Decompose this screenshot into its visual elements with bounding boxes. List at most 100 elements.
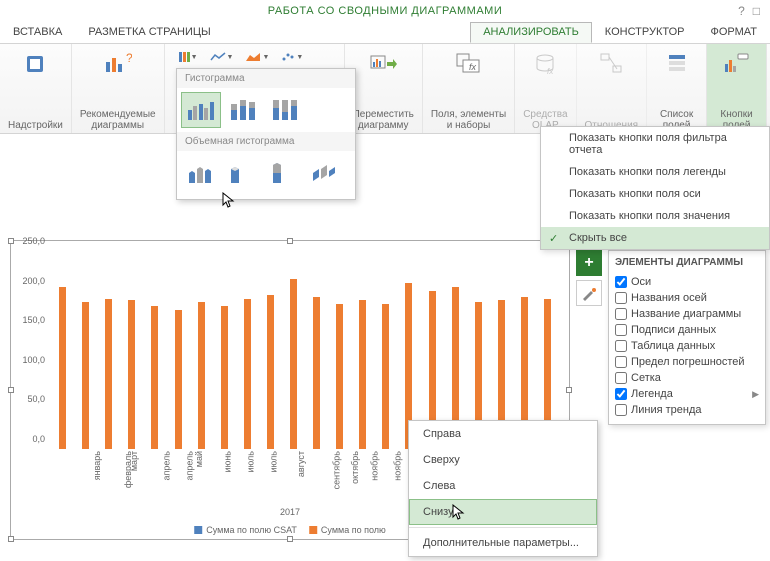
tab-design[interactable]: КОНСТРУКТОР [592,22,698,43]
bar[interactable] [221,306,228,449]
bar-group [328,251,351,449]
bar[interactable] [198,302,205,449]
ribbon-olap[interactable]: fx Средства OLAP [515,44,576,133]
bar[interactable] [105,299,112,449]
show-report-filter-buttons[interactable]: Показать кнопки поля фильтра отчета [541,127,769,161]
legend-label: Сумма по полю CSAT [206,525,297,535]
svg-text:?: ? [126,52,132,65]
tab-analyze[interactable]: АНАЛИЗИРОВАТЬ [470,22,592,43]
legend-right[interactable]: Справа [409,421,597,447]
show-legend-buttons[interactable]: Показать кнопки поля легенды [541,161,769,183]
clustered-column-option[interactable] [181,92,221,128]
checkbox[interactable] [615,404,627,416]
bar[interactable] [313,297,320,449]
3d-percent-option[interactable] [265,155,305,191]
x-axis-title: 2017 [280,507,300,517]
bar-group [282,251,305,449]
x-tick-label: июль [269,451,279,473]
recommended-label: Рекомендуемые диаграммы [80,109,156,131]
element-option[interactable]: Предел погрешностей [615,354,759,370]
checkbox[interactable] [615,340,627,352]
3d-clustered-option[interactable] [181,155,221,191]
percent-stacked-column-option[interactable] [265,92,305,128]
bar[interactable] [267,295,274,449]
bar-group [374,251,397,449]
field-buttons-menu: Показать кнопки поля фильтра отчета Пока… [540,126,770,250]
bar[interactable] [175,310,182,449]
bar[interactable] [151,306,158,449]
ribbon-move-chart[interactable]: Переместить диаграмму [345,44,423,133]
tab-insert[interactable]: ВСТАВКА [0,22,75,43]
element-option[interactable]: Оси [615,274,759,290]
x-tick-label: август [296,451,306,477]
chart-legend: Сумма по полю CSAT Сумма по полю [194,525,386,535]
bar[interactable] [244,299,251,449]
ribbon-relations[interactable]: Отношения [577,44,648,133]
chart-styles-button[interactable] [576,280,602,306]
ribbon-fields-elements[interactable]: fx Поля, элементы и наборы [423,44,515,133]
checkbox[interactable] [615,356,627,368]
ribbon-field-list[interactable]: Список полей [647,44,707,133]
window-control-icon[interactable]: □ [753,4,760,18]
element-option[interactable]: Легенда▶ [615,386,759,402]
y-tick: 100,0 [22,355,45,365]
tab-format[interactable]: ФОРМАТ [698,22,770,43]
x-tick-label: ноябрь [392,451,402,481]
bar[interactable] [359,300,366,449]
x-tick-label: март [129,451,139,471]
checkbox[interactable] [615,276,627,288]
element-option[interactable]: Линия тренда [615,402,759,418]
hide-all-buttons[interactable]: ✓Скрыть все [541,227,769,249]
stacked-column-option[interactable] [223,92,263,128]
line-chart-button[interactable]: ▼ [210,52,234,62]
element-option[interactable]: Подписи данных [615,322,759,338]
checkbox[interactable] [615,324,627,336]
addins-label: Надстройки [8,120,63,131]
element-option[interactable]: Название диаграммы [615,306,759,322]
area-chart-button[interactable]: ▼ [245,52,269,62]
checkbox[interactable] [615,308,627,320]
3d-stacked-option[interactable] [223,155,263,191]
ribbon-recommended-charts[interactable]: ? Рекомендуемые диаграммы [72,44,165,133]
relations-icon [595,48,627,80]
show-value-buttons[interactable]: Показать кнопки поля значения [541,205,769,227]
y-tick: 200,0 [22,276,45,286]
element-label: Оси [631,276,651,288]
column-chart-button[interactable]: ▼ [179,52,198,62]
recommended-charts-icon: ? [102,48,134,80]
bar[interactable] [336,304,343,449]
bar[interactable] [382,304,389,449]
bar[interactable] [290,279,297,449]
title-bar: РАБОТА СО СВОДНЫМИ ДИАГРАММАМИ ? □ [0,0,770,22]
help-icon[interactable]: ? [738,4,745,18]
show-axis-buttons[interactable]: Показать кнопки поля оси [541,183,769,205]
bar-group [190,251,213,449]
bar-group [120,251,143,449]
legend-position-submenu: Справа Сверху Слева Снизу Дополнительные… [408,420,598,557]
element-option[interactable]: Таблица данных [615,338,759,354]
svg-text:fx: fx [469,62,477,72]
bar-group [166,251,189,449]
checkbox[interactable] [615,292,627,304]
checkbox[interactable] [615,388,627,400]
3d-column-option[interactable] [307,155,347,191]
tab-layout[interactable]: РАЗМЕТКА СТРАНИЦЫ [75,22,223,43]
ribbon-addins[interactable]: Надстройки [0,44,72,133]
legend-left[interactable]: Слева [409,473,597,499]
y-tick: 250,0 [22,236,45,246]
checkbox[interactable] [615,372,627,384]
legend-label: Сумма по полю [321,525,386,535]
legend-bottom[interactable]: Снизу [409,499,597,525]
legend-top[interactable]: Сверху [409,447,597,473]
bar[interactable] [82,302,89,449]
scatter-chart-button[interactable]: ▼ [281,52,303,62]
bar[interactable] [128,300,135,449]
element-label: Таблица данных [631,340,715,352]
element-option[interactable]: Названия осей [615,290,759,306]
check-icon: ✓ [549,232,558,245]
legend-more-options[interactable]: Дополнительные параметры... [409,530,597,556]
chart-elements-button[interactable]: + [576,250,602,276]
ribbon-field-buttons[interactable]: Кнопки полей [707,44,767,133]
bar[interactable] [59,287,66,449]
element-option[interactable]: Сетка [615,370,759,386]
